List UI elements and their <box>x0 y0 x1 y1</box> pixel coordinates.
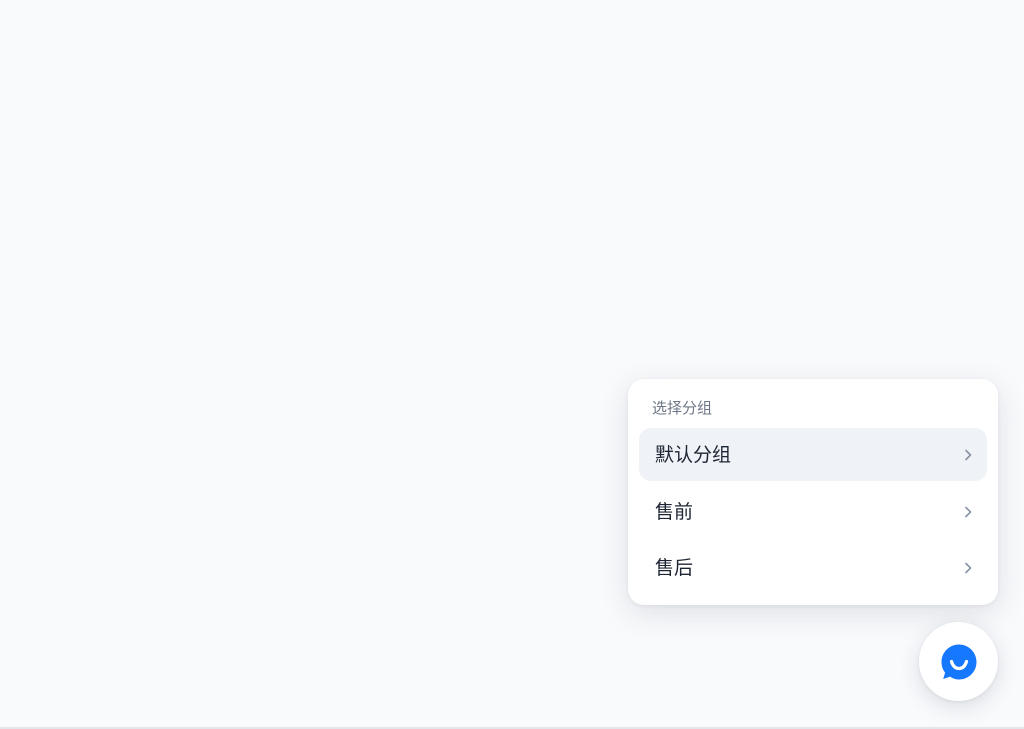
page-background: 选择分组 默认分组 售前 售后 <box>0 0 1024 729</box>
group-item-label: 售前 <box>655 500 694 523</box>
group-item-aftersales[interactable]: 售后 <box>639 541 987 594</box>
chat-launcher-button[interactable] <box>919 622 998 701</box>
chat-bubble-smile-icon <box>941 644 976 679</box>
panel-title: 选择分组 <box>652 399 713 417</box>
chevron-right-icon <box>965 562 972 573</box>
group-item-label: 售后 <box>655 556 694 579</box>
group-item-default[interactable]: 默认分组 <box>639 428 987 481</box>
chevron-right-icon <box>965 449 972 460</box>
group-item-presales[interactable]: 售前 <box>639 485 987 538</box>
chevron-right-icon <box>965 506 972 517</box>
group-select-panel: 选择分组 默认分组 售前 售后 <box>628 379 998 605</box>
group-item-label: 默认分组 <box>655 443 732 466</box>
